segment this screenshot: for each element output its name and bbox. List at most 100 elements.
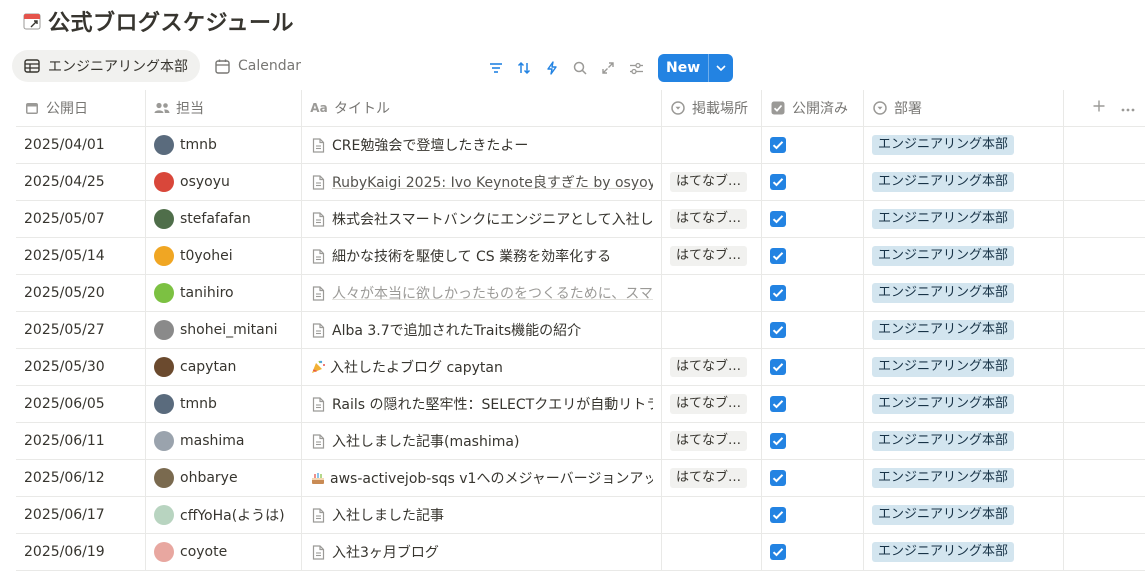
published-checkbox[interactable] xyxy=(770,211,786,227)
date-cell[interactable]: 2025/06/19 xyxy=(16,534,146,570)
place-cell[interactable]: はてなブ… xyxy=(662,349,762,385)
automation-bolt-icon[interactable] xyxy=(538,54,566,82)
published-checkbox[interactable] xyxy=(770,507,786,523)
title-cell[interactable]: 株式会社スマートバンクにエンジニアとして入社しま xyxy=(302,201,662,237)
sort-icon[interactable] xyxy=(510,54,538,82)
date-cell[interactable]: 2025/06/05 xyxy=(16,386,146,422)
dept-cell[interactable]: エンジニアリング本部 xyxy=(864,275,1064,311)
published-cell[interactable] xyxy=(762,534,864,570)
table-row[interactable]: 2025/06/19 coyote 入社3ヶ月ブログ エンジニアリング本部 xyxy=(16,534,1145,571)
settings-sliders-icon[interactable] xyxy=(622,54,650,82)
place-cell[interactable]: はてなブ… xyxy=(662,460,762,496)
title-cell[interactable]: RubyKaigi 2025: Ivo Keynote良すぎた by osyoy… xyxy=(302,164,662,200)
owner-cell[interactable]: tanihiro xyxy=(146,275,302,311)
published-cell[interactable] xyxy=(762,201,864,237)
owner-cell[interactable]: mashima xyxy=(146,423,302,459)
date-cell[interactable]: 2025/06/17 xyxy=(16,497,146,533)
title-cell[interactable]: 入社したよブログ capytan xyxy=(302,349,662,385)
owner-cell[interactable]: tmnb xyxy=(146,386,302,422)
expand-icon[interactable] xyxy=(594,54,622,82)
title-cell[interactable]: 細かな技術を駆使して CS 業務を効率化する xyxy=(302,238,662,274)
published-cell[interactable] xyxy=(762,349,864,385)
place-cell[interactable]: はてなブ… xyxy=(662,238,762,274)
column-header-owner[interactable]: 担当 xyxy=(146,90,302,126)
search-icon[interactable] xyxy=(566,54,594,82)
column-header-title[interactable]: Aa タイトル xyxy=(302,90,662,126)
title-cell[interactable]: Alba 3.7で追加されたTraits機能の紹介 xyxy=(302,312,662,348)
table-row[interactable]: 2025/04/01 tmnb CRE勉強会で登壇したきたよー エンジニアリング本部 xyxy=(16,127,1145,164)
owner-cell[interactable]: capytan xyxy=(146,349,302,385)
chevron-down-icon[interactable] xyxy=(709,54,733,82)
published-checkbox[interactable] xyxy=(770,285,786,301)
date-cell[interactable]: 2025/04/25 xyxy=(16,164,146,200)
column-header-place[interactable]: 掲載場所 xyxy=(662,90,762,126)
published-cell[interactable] xyxy=(762,497,864,533)
place-cell[interactable] xyxy=(662,127,762,163)
table-row[interactable]: 2025/05/14 t0yohei 細かな技術を駆使して CS 業務を効率化する は… xyxy=(16,238,1145,275)
title-cell[interactable]: Rails の隠れた堅牢性：SELECTクエリが自動リトライ xyxy=(302,386,662,422)
dept-cell[interactable]: エンジニアリング本部 xyxy=(864,497,1064,533)
owner-cell[interactable]: ohbarye xyxy=(146,460,302,496)
table-row[interactable]: 2025/06/05 tmnb Rails の隠れた堅牢性：SELECTクエリが自動… xyxy=(16,386,1145,423)
dept-cell[interactable]: エンジニアリング本部 xyxy=(864,349,1064,385)
place-cell[interactable]: はてなブ… xyxy=(662,423,762,459)
dept-cell[interactable]: エンジニアリング本部 xyxy=(864,127,1064,163)
dept-cell[interactable]: エンジニアリング本部 xyxy=(864,460,1064,496)
title-cell[interactable]: 人々が本当に欲しかったものをつくるために、スマー xyxy=(302,275,662,311)
table-row[interactable]: 2025/04/25 osyoyu RubyKaigi 2025: Ivo Keyn… xyxy=(16,164,1145,201)
published-cell[interactable] xyxy=(762,238,864,274)
date-cell[interactable]: 2025/05/07 xyxy=(16,201,146,237)
owner-cell[interactable]: coyote xyxy=(146,534,302,570)
place-cell[interactable] xyxy=(662,497,762,533)
published-cell[interactable] xyxy=(762,312,864,348)
dept-cell[interactable]: エンジニアリング本部 xyxy=(864,386,1064,422)
date-cell[interactable]: 2025/06/11 xyxy=(16,423,146,459)
filter-icon[interactable] xyxy=(482,54,510,82)
place-cell[interactable] xyxy=(662,312,762,348)
table-row[interactable]: 2025/06/11 mashima 入社しました記事(mashima) はてなブ… エ… xyxy=(16,423,1145,460)
place-cell[interactable]: はてなブ… xyxy=(662,201,762,237)
table-row[interactable]: 2025/05/30 capytan 入社したよブログ capytan はてなブ… エン… xyxy=(16,349,1145,386)
view-tab-engineering[interactable]: エンジニアリング本部 xyxy=(12,50,200,82)
table-row[interactable]: 2025/05/20 tanihiro 人々が本当に欲しかったものをつくるために、ス… xyxy=(16,275,1145,312)
column-header-date[interactable]: 公開日 xyxy=(16,90,146,126)
owner-cell[interactable]: shohei_mitani xyxy=(146,312,302,348)
published-cell[interactable] xyxy=(762,127,864,163)
table-row[interactable]: 2025/05/07 stefafafan 株式会社スマートバンクにエンジニアとして… xyxy=(16,201,1145,238)
more-options-icon[interactable] xyxy=(1121,100,1135,116)
published-cell[interactable] xyxy=(762,386,864,422)
date-cell[interactable]: 2025/05/30 xyxy=(16,349,146,385)
dept-cell[interactable]: エンジニアリング本部 xyxy=(864,423,1064,459)
published-checkbox[interactable] xyxy=(770,544,786,560)
published-checkbox[interactable] xyxy=(770,137,786,153)
published-checkbox[interactable] xyxy=(770,470,786,486)
published-cell[interactable] xyxy=(762,275,864,311)
published-cell[interactable] xyxy=(762,164,864,200)
date-cell[interactable]: 2025/05/14 xyxy=(16,238,146,274)
published-checkbox[interactable] xyxy=(770,174,786,190)
dept-cell[interactable]: エンジニアリング本部 xyxy=(864,534,1064,570)
column-header-published[interactable]: 公開済み xyxy=(762,90,864,126)
dept-cell[interactable]: エンジニアリング本部 xyxy=(864,312,1064,348)
dept-cell[interactable]: エンジニアリング本部 xyxy=(864,238,1064,274)
published-checkbox[interactable] xyxy=(770,396,786,412)
title-cell[interactable]: 入社しました記事(mashima) xyxy=(302,423,662,459)
date-cell[interactable]: 2025/06/12 xyxy=(16,460,146,496)
table-row[interactable]: 2025/06/12 ohbarye aws-activejob-sqs v1へのメ… xyxy=(16,460,1145,497)
published-checkbox[interactable] xyxy=(770,322,786,338)
date-cell[interactable]: 2025/04/01 xyxy=(16,127,146,163)
published-checkbox[interactable] xyxy=(770,248,786,264)
add-column-icon[interactable] xyxy=(1093,100,1105,116)
table-row[interactable]: 2025/05/27 shohei_mitani Alba 3.7で追加されたTra… xyxy=(16,312,1145,349)
owner-cell[interactable]: t0yohei xyxy=(146,238,302,274)
dept-cell[interactable]: エンジニアリング本部 xyxy=(864,201,1064,237)
dept-cell[interactable]: エンジニアリング本部 xyxy=(864,164,1064,200)
published-cell[interactable] xyxy=(762,423,864,459)
new-button[interactable]: New xyxy=(658,54,734,82)
published-checkbox[interactable] xyxy=(770,359,786,375)
owner-cell[interactable]: osyoyu xyxy=(146,164,302,200)
published-cell[interactable] xyxy=(762,460,864,496)
table-row[interactable]: 2025/06/17 cffYoHa(ようは) 入社しました記事 エンジニアリング本部 xyxy=(16,497,1145,534)
date-cell[interactable]: 2025/05/27 xyxy=(16,312,146,348)
title-cell[interactable]: 入社しました記事 xyxy=(302,497,662,533)
